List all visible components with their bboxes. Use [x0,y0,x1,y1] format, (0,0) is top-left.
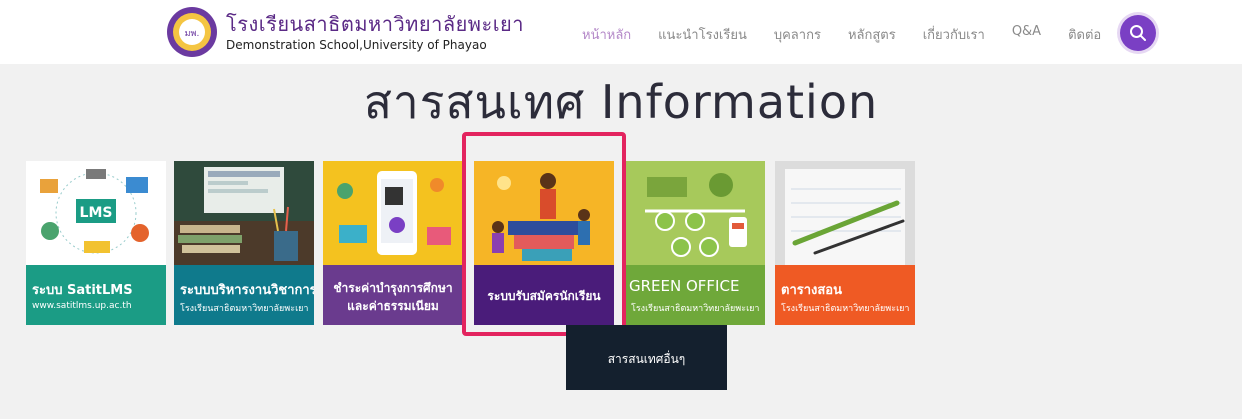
card-title: ตารางสอน [781,283,843,298]
lms-illustration: LMS [26,161,166,265]
card-timetable[interactable]: ตารางสอน โรงเรียนสาธิตมหาวิทยาลัยพะเยา [775,161,915,325]
nav-contact[interactable]: ติดต่อ [1068,24,1101,48]
card-academic-admin[interactable]: ระบบบริหารงานวิชาการ โรงเรียนสาธิตมหาวิท… [174,161,314,325]
nav-home[interactable]: หน้าหลัก [582,24,631,48]
card-caption: ตารางสอน โรงเรียนสาธิตมหาวิทยาลัยพะเยา [775,265,915,325]
card-subtitle: www.satitlms.up.ac.th [32,301,132,311]
nav-qa[interactable]: Q&A [1012,24,1041,48]
card-caption: GREEN OFFICE โรงเรียนสาธิตมหาวิทยาลัยพะเ… [625,265,765,325]
books-classroom-illustration [174,161,314,265]
payment-phone-illustration [323,161,463,265]
svg-text:มพ.: มพ. [185,29,200,39]
search-button[interactable] [1120,15,1156,51]
nav-about-school[interactable]: แนะนำโรงเรียน [658,24,747,48]
card-subtitle: โรงเรียนสาธิตมหาวิทยาลัยพะเยา [631,304,760,314]
notebook-pencil-illustration [775,161,915,265]
card-green-office[interactable]: GREEN OFFICE โรงเรียนสาธิตมหาวิทยาลัยพะเ… [625,161,765,325]
card-tuition-payment[interactable]: ชำระค่าบำรุงการศึกษา และค่าธรรมเนียม [323,161,463,325]
svg-text:LMS: LMS [80,205,113,221]
card-caption: ระบบ SatitLMS www.satitlms.up.ac.th [26,265,166,325]
search-icon [1130,25,1146,41]
main-menu: หน้าหลัก แนะนำโรงเรียน บุคลากร หลักสูตร … [582,24,1128,48]
more-info-button[interactable]: สารสนเทศอื่นๆ [566,325,727,390]
highlight-box [462,132,626,336]
card-satitlms[interactable]: LMS ระบบ SatitLMS www.satitlms.up.ac.th [26,161,166,325]
site-logo[interactable]: มพ. โรงเรียนสาธิตมหาวิทยาลัยพะเยา Demons… [162,2,524,64]
page-title: สารสนเทศ Information [363,75,879,129]
green-office-illustration [625,161,765,265]
card-title: GREEN OFFICE [629,277,740,295]
card-caption: ระบบบริหารงานวิชาการ โรงเรียนสาธิตมหาวิท… [174,265,314,325]
nav-about-us[interactable]: เกี่ยวกับเรา [923,24,985,48]
more-info-label: สารสนเทศอื่นๆ [607,352,686,366]
card-caption: ชำระค่าบำรุงการศึกษา และค่าธรรมเนียม [323,265,463,325]
top-navbar: มพ. โรงเรียนสาธิตมหาวิทยาลัยพะเยา Demons… [0,0,1242,64]
school-name-english: Demonstration School,University of Phaya… [226,38,487,52]
card-subtitle: โรงเรียนสาธิตมหาวิทยาลัยพะเยา [180,304,309,314]
school-name-thai: โรงเรียนสาธิตมหาวิทยาลัยพะเยา [226,12,524,36]
card-title-line2: และค่าธรรมเนียม [347,299,439,313]
card-title: ระบบบริหารงานวิชาการ [180,283,314,298]
nav-personnel[interactable]: บุคลากร [774,24,821,48]
card-title: ระบบ SatitLMS [32,283,133,298]
card-title-line1: ชำระค่าบำรุงการศึกษา [333,281,453,295]
nav-curriculum[interactable]: หลักสูตร [848,24,896,48]
card-subtitle: โรงเรียนสาธิตมหาวิทยาลัยพะเยา [781,304,910,314]
school-seal-icon: มพ. [167,7,217,57]
